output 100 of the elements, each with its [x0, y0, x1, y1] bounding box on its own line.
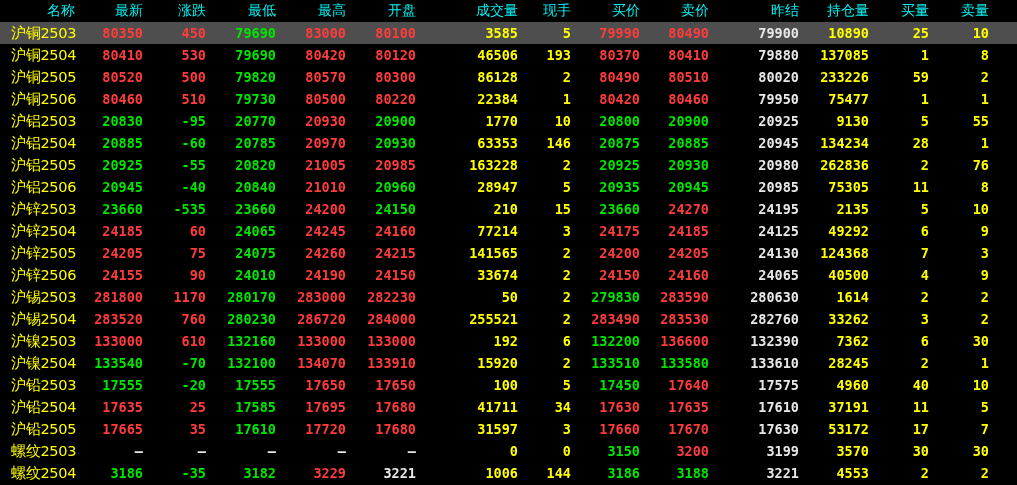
- table-cell-text: -40: [180, 179, 207, 195]
- contract-name: 沪铅2504: [10, 397, 78, 417]
- table-cell-text: 80410: [101, 47, 144, 63]
- table-cell-text: 80410: [667, 47, 710, 63]
- column-header[interactable]: 开盘: [348, 2, 418, 20]
- table-cell-text: -535: [172, 201, 207, 217]
- table-cell-text: 133000: [296, 333, 347, 349]
- table-cell-text: 40500: [827, 267, 870, 283]
- table-cell-text: 3: [561, 223, 572, 239]
- table-cell-text: 24010: [234, 267, 277, 283]
- contract-name: 沪锌2506: [10, 265, 78, 285]
- table-cell-text: 20900: [667, 113, 710, 129]
- table-cell-text: 21005: [304, 157, 347, 173]
- table-cell-text: 3150: [606, 443, 641, 459]
- table-cell-text: 17630: [757, 421, 800, 437]
- table-row[interactable]: 沪锌2504 24185 60 24065 24245 24160 77214 3 24175 24185 24125 49292 6 9: [0, 220, 1017, 242]
- table-row[interactable]: 沪锌2506 24155 90 24010 24190 24150 33674 2 24150 24160 24065 40500 4 9: [0, 264, 1017, 286]
- table-cell-text: 9: [979, 223, 990, 239]
- table-cell-text: 80100: [374, 25, 417, 41]
- table-cell-text: 24200: [598, 245, 641, 261]
- table-row[interactable]: 沪铝2504 20885 -60 20785 20970 20930 63353 146 20875 20885 20945 134234 28 1: [0, 132, 1017, 154]
- table-row[interactable]: 沪镍2504 133540 -70 132100 134070 133910 15920 2 133510 133580 133610 28245 2 1: [0, 352, 1017, 374]
- table-cell-text: 59: [911, 69, 930, 85]
- table-row[interactable]: 沪铜2503 80350 450 79690 83000 80100 3585 5 79990 80490 79900 10890 25 10: [0, 22, 1017, 44]
- column-header[interactable]: 名称: [0, 2, 80, 20]
- table-cell-text: —: [133, 443, 144, 459]
- table-cell-text: 24130: [757, 245, 800, 261]
- column-header[interactable]: 最低: [208, 2, 278, 20]
- table-cell-text: 3585: [484, 25, 519, 41]
- column-header[interactable]: 现手: [520, 2, 573, 20]
- table-cell-text: 22384: [476, 91, 519, 107]
- table-cell-text: 24215: [374, 245, 417, 261]
- table-cell-text: 5: [919, 201, 930, 217]
- column-header[interactable]: 卖量: [931, 2, 991, 20]
- table-cell-text: 80220: [374, 91, 417, 107]
- table-row[interactable]: 沪锌2505 24205 75 24075 24260 24215 141565 2 24200 24205 24130 124368 7 3: [0, 242, 1017, 264]
- table-row[interactable]: 沪锡2503 281800 1170 280170 283000 282230 50 2 279830 283590 280630 1614 2 2: [0, 286, 1017, 308]
- table-cell-text: 17650: [304, 377, 347, 393]
- table-cell-text: 24155: [101, 267, 144, 283]
- table-cell-text: 25: [911, 25, 930, 41]
- column-header[interactable]: 昨结: [711, 2, 801, 20]
- table-row[interactable]: 沪铝2505 20925 -55 20820 21005 20985 163228 2 20925 20930 20980 262836 2 76: [0, 154, 1017, 176]
- table-cell-text: 17635: [101, 399, 144, 415]
- table-row[interactable]: 沪锌2503 23660 -535 23660 24200 24150 210 15 23660 24270 24195 2135 5 10: [0, 198, 1017, 220]
- column-header[interactable]: 涨跌: [145, 2, 208, 20]
- table-cell-text: 7362: [835, 333, 870, 349]
- table-cell-text: 17635: [667, 399, 710, 415]
- table-cell-text: —: [266, 443, 277, 459]
- column-header[interactable]: 持仓量: [801, 2, 871, 20]
- contract-name: 沪铝2503: [10, 111, 78, 131]
- table-row[interactable]: 沪铜2506 80460 510 79730 80500 80220 22384 1 80420 80460 79950 75477 1 1: [0, 88, 1017, 110]
- table-cell-text: 37191: [827, 399, 870, 415]
- table-cell-text: 17450: [598, 377, 641, 393]
- table-cell-text: 3: [979, 245, 990, 261]
- column-header[interactable]: 最高: [278, 2, 348, 20]
- table-row[interactable]: 沪铝2506 20945 -40 20840 21010 20960 28947 5 20935 20945 20985 75305 11 8: [0, 176, 1017, 198]
- table-row[interactable]: 沪镍2503 133000 610 132160 133000 133000 192 6 132200 136600 132390 7362 6 30: [0, 330, 1017, 352]
- table-cell-text: 9: [979, 267, 990, 283]
- table-cell-text: 20900: [374, 113, 417, 129]
- table-cell-text: 141565: [468, 245, 519, 261]
- column-header[interactable]: 卖价: [642, 2, 711, 20]
- table-cell-text: 3: [919, 311, 930, 327]
- table-cell-text: 1: [979, 355, 990, 371]
- table-row[interactable]: 沪铝2503 20830 -95 20770 20930 20900 1770 10 20800 20900 20925 9130 5 55: [0, 110, 1017, 132]
- table-cell-text: 46506: [476, 47, 519, 63]
- table-cell-text: 3200: [675, 443, 710, 459]
- table-row[interactable]: 螺纹2503 — — — — — 0 0 3150 3200 3199 3570 30 30: [0, 440, 1017, 462]
- table-row[interactable]: 沪铜2505 80520 500 79820 80570 80300 86128 2 80490 80510 80020 233226 59 2: [0, 66, 1017, 88]
- contract-name: 沪铝2505: [10, 155, 78, 175]
- table-cell-text: 192: [492, 333, 519, 349]
- column-header[interactable]: 最新: [80, 2, 145, 20]
- table-row[interactable]: 沪铅2504 17635 25 17585 17695 17680 41711 34 17630 17635 17610 37191 11 5: [0, 396, 1017, 418]
- table-cell-text: 24260: [304, 245, 347, 261]
- table-cell-text: 132200: [590, 333, 641, 349]
- contract-name: 螺纹2503: [10, 441, 78, 461]
- table-cell-text: 28: [911, 135, 930, 151]
- table-cell-text: 283000: [296, 289, 347, 305]
- table-row[interactable]: 沪铅2505 17665 35 17610 17720 17680 31597 3 17660 17670 17630 53172 17 7: [0, 418, 1017, 440]
- table-cell-text: 210: [492, 201, 519, 217]
- table-cell-text: 124368: [819, 245, 870, 261]
- column-header[interactable]: 买量: [871, 2, 931, 20]
- table-cell-text: 17670: [667, 421, 710, 437]
- table-row[interactable]: 沪铜2504 80410 530 79690 80420 80120 46506 193 80370 80410 79880 137085 1 8: [0, 44, 1017, 66]
- table-cell-text: 134070: [296, 355, 347, 371]
- table-row[interactable]: 螺纹2504 3186 -35 3182 3229 3221 1006 144 3186 3188 3221 4553 2 2: [0, 462, 1017, 484]
- table-cell-text: 17585: [234, 399, 277, 415]
- table-cell-text: 6: [561, 333, 572, 349]
- table-cell-text: 20945: [757, 135, 800, 151]
- column-header[interactable]: 买价: [573, 2, 642, 20]
- table-cell-text: 30: [971, 443, 990, 459]
- table-cell-text: 134234: [819, 135, 870, 151]
- contract-name: 沪铝2504: [10, 133, 78, 153]
- table-cell-text: -55: [180, 157, 207, 173]
- table-row[interactable]: 沪锡2504 283520 760 280230 286720 284000 255521 2 283490 283530 282760 33262 3 2: [0, 308, 1017, 330]
- table-cell-text: 24150: [374, 267, 417, 283]
- table-row[interactable]: 沪铅2503 17555 -20 17555 17650 17650 100 5 17450 17640 17575 4960 40 10: [0, 374, 1017, 396]
- table-cell-text: 8: [979, 47, 990, 63]
- table-cell-text: 80350: [101, 25, 144, 41]
- column-header[interactable]: 成交量: [418, 2, 520, 20]
- table-cell-text: 24185: [101, 223, 144, 239]
